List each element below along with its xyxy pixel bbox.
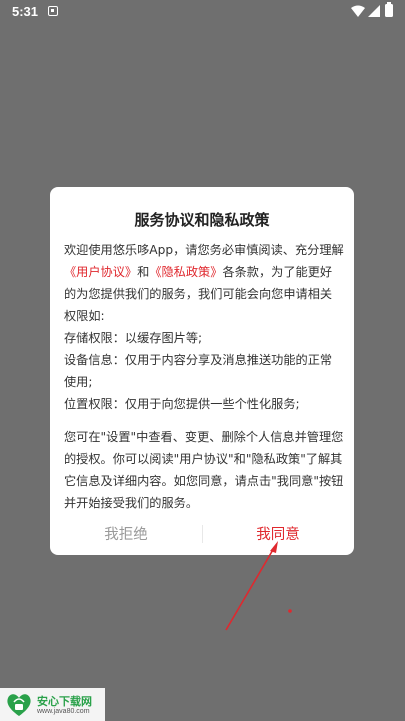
wifi-icon bbox=[351, 5, 365, 17]
intro-text: 欢迎使用悠乐哆App，请您务必审慎阅读、充分理解 bbox=[64, 243, 344, 257]
and-text: 和 bbox=[137, 265, 150, 279]
dialog-title: 服务协议和隐私政策 bbox=[134, 211, 270, 229]
signal-icon bbox=[368, 5, 380, 17]
dialog-body: 欢迎使用悠乐哆App，请您务必审慎阅读、充分理解《用户协议》和《隐私政策》各条款… bbox=[64, 239, 344, 514]
agree-button[interactable]: 我同意 bbox=[202, 523, 354, 544]
watermark-logo-icon bbox=[7, 694, 31, 716]
status-time: 5:31 bbox=[12, 4, 39, 19]
intro-paragraph: 欢迎使用悠乐哆App，请您务必审慎阅读、充分理解《用户协议》和《隐私政策》各条款… bbox=[64, 239, 344, 327]
permission-device: 设备信息：仅用于内容分享及消息推送功能的正常使用; bbox=[64, 353, 333, 389]
dialog-buttons: 我拒绝 我同意 bbox=[50, 519, 354, 549]
status-bar: 5:31 bbox=[0, 0, 405, 24]
permission-location: 位置权限：仅用于向您提供一些个性化服务; bbox=[64, 397, 300, 411]
watermark-name: 安心下载网 bbox=[37, 695, 92, 708]
privacy-dialog: 服务协议和隐私政策 欢迎使用悠乐哆App，请您务必审慎阅读、充分理解《用户协议》… bbox=[50, 187, 354, 555]
privacy-policy-link[interactable]: 《隐私政策》 bbox=[149, 265, 222, 279]
reject-button[interactable]: 我拒绝 bbox=[50, 523, 202, 544]
settings-paragraph: 您可在"设置"中查看、变更、删除个人信息并管理您的授权。你可以阅读"用户协议"和… bbox=[64, 430, 344, 510]
permission-storage: 存储权限：以缓存图片等; bbox=[64, 331, 203, 345]
user-agreement-link[interactable]: 《用户协议》 bbox=[64, 265, 137, 279]
notification-icon bbox=[48, 6, 58, 16]
battery-icon bbox=[385, 2, 393, 17]
annotation-dot bbox=[288, 609, 292, 613]
watermark: 安心下载网 www.java80.com bbox=[0, 688, 105, 721]
watermark-url: www.java80.com bbox=[37, 708, 90, 715]
